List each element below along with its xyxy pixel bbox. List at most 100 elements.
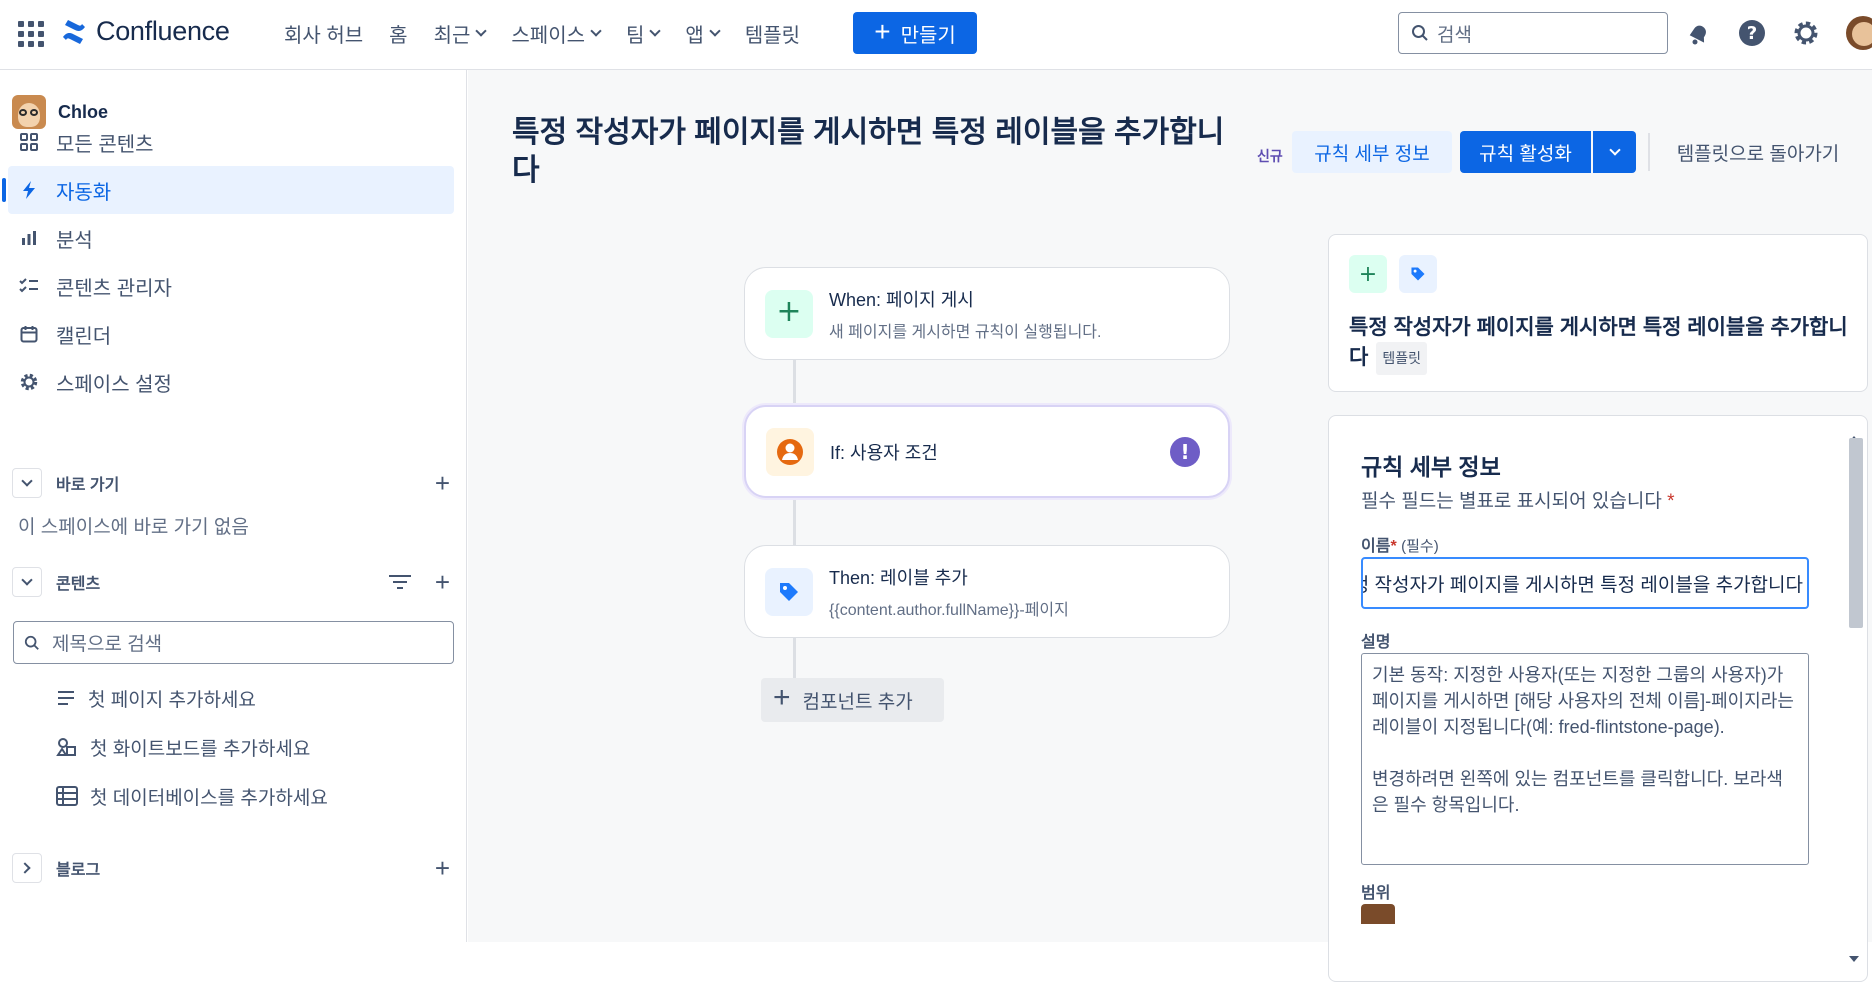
name-field[interactable]: 특정 작성자가 페이지를 게시하면 특정 레이블을 추가합니다 — [1361, 557, 1809, 609]
sidebar-item-automation[interactable]: 자동화 — [2, 166, 454, 214]
nav-teams[interactable]: 팀 — [626, 18, 662, 48]
nav-apps[interactable]: 앱 — [685, 18, 721, 48]
content-item-database[interactable]: 첫 데이터베이스를 추가하세요 — [56, 776, 328, 816]
title-search-input[interactable]: 제목으로 검색 — [13, 621, 454, 664]
blog-section: 블로그 + — [12, 850, 458, 886]
name-required-text: (필수) — [1401, 538, 1439, 555]
node-title-text: 사용자 조건 — [850, 442, 938, 463]
content-item-label: 첫 페이지 추가하세요 — [88, 689, 256, 711]
template-tag: 템플릿 — [1376, 342, 1427, 375]
node-prefix: Then: — [829, 567, 881, 588]
create-label: 만들기 — [900, 24, 956, 47]
nav-menu: 회사 허브 홈 최근 스페이스 팀 앱 템플릿 — [284, 18, 826, 48]
trigger-node[interactable]: + When: 페이지 게시 새 페이지를 게시하면 규칙이 실행됩니다. — [744, 267, 1230, 360]
user-icon — [766, 427, 814, 476]
scroll-thumb[interactable] — [1849, 438, 1863, 628]
top-navigation: Confluence 회사 허브 홈 최근 스페이스 팀 앱 템플릿 + 만들기… — [0, 0, 1872, 70]
nav-home[interactable]: 홈 — [389, 18, 407, 48]
chevron-down-icon[interactable] — [12, 567, 42, 597]
template-title: 특정 작성자가 페이지를 게시하면 특정 레이블을 추가합니다 템플릿 — [1349, 313, 1849, 375]
chevron-down-icon — [590, 24, 602, 37]
chevron-down-icon[interactable] — [12, 468, 42, 498]
chevron-right-icon[interactable] — [12, 853, 42, 883]
add-component-button[interactable]: + 컴포넌트 추가 — [761, 678, 944, 722]
flow-connector — [793, 498, 796, 546]
content-item-whiteboard[interactable]: 첫 화이트보드를 추가하세요 — [56, 727, 310, 767]
divider — [1648, 133, 1650, 171]
nav-recent[interactable]: 최근 — [434, 18, 488, 48]
chevron-down-icon — [709, 24, 721, 37]
sidebar-item-label: 모든 콘텐츠 — [56, 133, 154, 156]
user-avatar[interactable] — [1846, 16, 1872, 50]
nav-templates[interactable]: 템플릿 — [745, 18, 800, 48]
add-blog-icon[interactable]: + — [435, 853, 450, 884]
scope-label: 범위 — [1361, 885, 1391, 902]
activate-options-button[interactable] — [1593, 131, 1636, 173]
description-field[interactable]: 기본 동작: 지정한 사용자(또는 지정한 그룹의 사용자)가 페이지를 게시하… — [1361, 653, 1809, 865]
create-button[interactable]: + 만들기 — [853, 12, 977, 54]
sidebar-item-space-settings[interactable]: 스페이스 설정 — [8, 358, 454, 406]
content-item-label: 첫 화이트보드를 추가하세요 — [90, 738, 311, 760]
name-label: 이름* (필수) — [1361, 538, 1439, 555]
action-node[interactable]: Then: 레이블 추가 {{content.author.fullName}}… — [744, 545, 1230, 638]
sidebar-item-calendar[interactable]: 캘린더 — [8, 310, 454, 358]
grid-icon — [18, 131, 40, 153]
node-title-text: 레이블 추가 — [880, 567, 968, 588]
sidebar-item-analytics[interactable]: 분석 — [8, 214, 454, 262]
nav-company-hub[interactable]: 회사 허브 — [284, 18, 363, 48]
back-to-templates-button[interactable]: 템플릿으로 돌아가기 — [1663, 131, 1853, 173]
notifications-icon[interactable] — [1683, 18, 1713, 48]
search-input[interactable]: 검색 — [1398, 12, 1668, 54]
sidebar-item-content-manager[interactable]: 콘텐츠 관리자 — [8, 262, 454, 310]
search-icon — [24, 635, 39, 650]
plus-icon: + — [1349, 255, 1387, 293]
page-icon — [58, 691, 74, 705]
add-shortcut-icon[interactable]: + — [435, 468, 450, 499]
svg-text:?: ? — [1747, 23, 1757, 44]
rule-details-panel: 규칙 세부 정보 필수 필드는 별표로 표시되어 있습니다 * 이름* (필수)… — [1328, 415, 1868, 982]
sidebar-item-label: 자동화 — [56, 181, 112, 204]
content-item-page[interactable]: 첫 페이지 추가하세요 — [56, 678, 256, 718]
sidebar-item-label: 캘린더 — [56, 325, 112, 348]
name-value: 특정 작성자가 페이지를 게시하면 특정 레이블을 추가합니다 — [1361, 574, 1803, 596]
filter-icon[interactable] — [388, 573, 412, 591]
scroll-down-icon[interactable] — [1848, 954, 1860, 964]
tag-icon — [765, 567, 813, 616]
nav-spaces[interactable]: 스페이스 — [511, 18, 602, 48]
flow-connector — [793, 358, 796, 406]
help-icon[interactable]: ? — [1737, 18, 1767, 48]
search-placeholder: 검색 — [1437, 24, 1472, 46]
confluence-logo[interactable]: Confluence — [60, 16, 230, 47]
sidebar-item-all-content[interactable]: 모든 콘텐츠 — [8, 118, 454, 166]
nav-label: 회사 허브 — [284, 24, 364, 47]
content-item-label: 첫 데이터베이스를 추가하세요 — [90, 787, 328, 809]
name-label-text: 이름 — [1361, 538, 1391, 555]
whiteboard-icon — [56, 738, 76, 756]
space-sidebar: Chloe 모든 콘텐츠 자동화 분석 콘텐츠 관리자 캘린더 스페이스 설정 … — [0, 70, 467, 942]
node-prefix: If: — [830, 442, 851, 463]
template-card: + 특정 작성자가 페이지를 게시하면 특정 레이블을 추가합니다 템플릿 — [1328, 234, 1868, 392]
nav-label: 스페이스 — [511, 24, 585, 47]
app-switcher-icon[interactable] — [18, 21, 44, 47]
sidebar-item-label: 분석 — [56, 229, 93, 252]
condition-node[interactable]: If: 사용자 조건 ! — [744, 405, 1230, 498]
node-subtitle: 새 페이지를 게시하면 규칙이 실행됩니다. — [829, 323, 1102, 341]
plus-icon: + — [874, 15, 891, 47]
settings-gear-icon[interactable] — [1791, 18, 1821, 48]
sidebar-item-label: 콘텐츠 관리자 — [56, 277, 172, 300]
search-icon — [1412, 25, 1428, 41]
shortcuts-section: 바로 가기 + — [12, 465, 458, 501]
add-content-icon[interactable]: + — [435, 567, 450, 598]
content-section: 콘텐츠 + — [12, 564, 458, 600]
chevron-down-icon — [475, 24, 488, 37]
plus-icon: + — [765, 289, 813, 338]
rule-details-button[interactable]: 규칙 세부 정보 — [1292, 131, 1452, 173]
details-title: 규칙 세부 정보 — [1361, 454, 1501, 480]
content-label: 콘텐츠 — [56, 576, 101, 593]
chevron-down-icon — [1608, 143, 1621, 156]
database-icon — [56, 786, 78, 806]
activate-rule-button[interactable]: 규칙 활성화 — [1460, 131, 1591, 173]
add-component-label: 컴포넌트 추가 — [802, 691, 913, 713]
main-content: 특정 작성자가 페이지를 게시하면 특정 레이블을 추가합니다 신규 규칙 세부… — [468, 70, 1872, 982]
tag-icon — [1399, 255, 1437, 293]
